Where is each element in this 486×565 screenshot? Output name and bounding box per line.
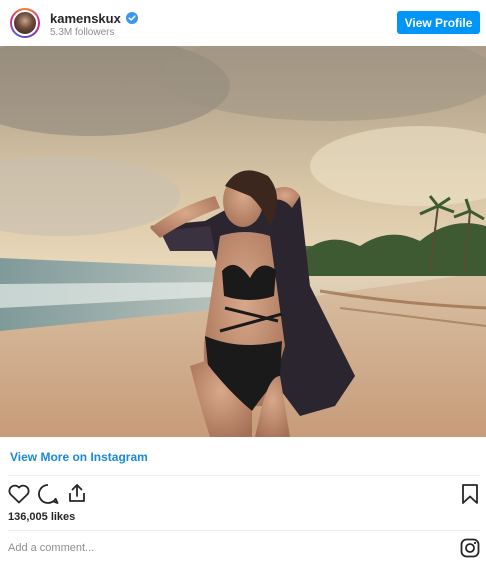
verified-badge-icon <box>125 12 138 24</box>
beach-photo <box>0 46 486 437</box>
post-photo[interactable] <box>0 46 486 437</box>
view-more-link[interactable]: View More on Instagram <box>10 450 148 464</box>
view-more-row: View More on Instagram <box>0 437 486 475</box>
divider <box>8 475 480 476</box>
post-header: kamenskux 5.3M followers View Profile <box>0 0 486 46</box>
comment-input[interactable]: Add a comment... <box>8 542 94 554</box>
avatar-image <box>12 10 38 36</box>
like-count: 136,005 likes <box>8 511 76 523</box>
avatar[interactable] <box>10 8 40 38</box>
comment-icon[interactable] <box>37 483 59 505</box>
username-row: kamenskux <box>50 10 138 26</box>
heart-icon[interactable] <box>8 484 30 504</box>
view-profile-button[interactable]: View Profile <box>397 11 480 34</box>
share-icon[interactable] <box>66 482 88 504</box>
divider <box>8 530 480 531</box>
instagram-embed: kamenskux 5.3M followers View Profile Vi… <box>0 0 486 565</box>
follower-count: 5.3M followers <box>50 27 115 38</box>
instagram-logo-icon[interactable] <box>460 538 480 558</box>
username[interactable]: kamenskux <box>50 11 121 26</box>
bookmark-icon[interactable] <box>460 483 480 505</box>
